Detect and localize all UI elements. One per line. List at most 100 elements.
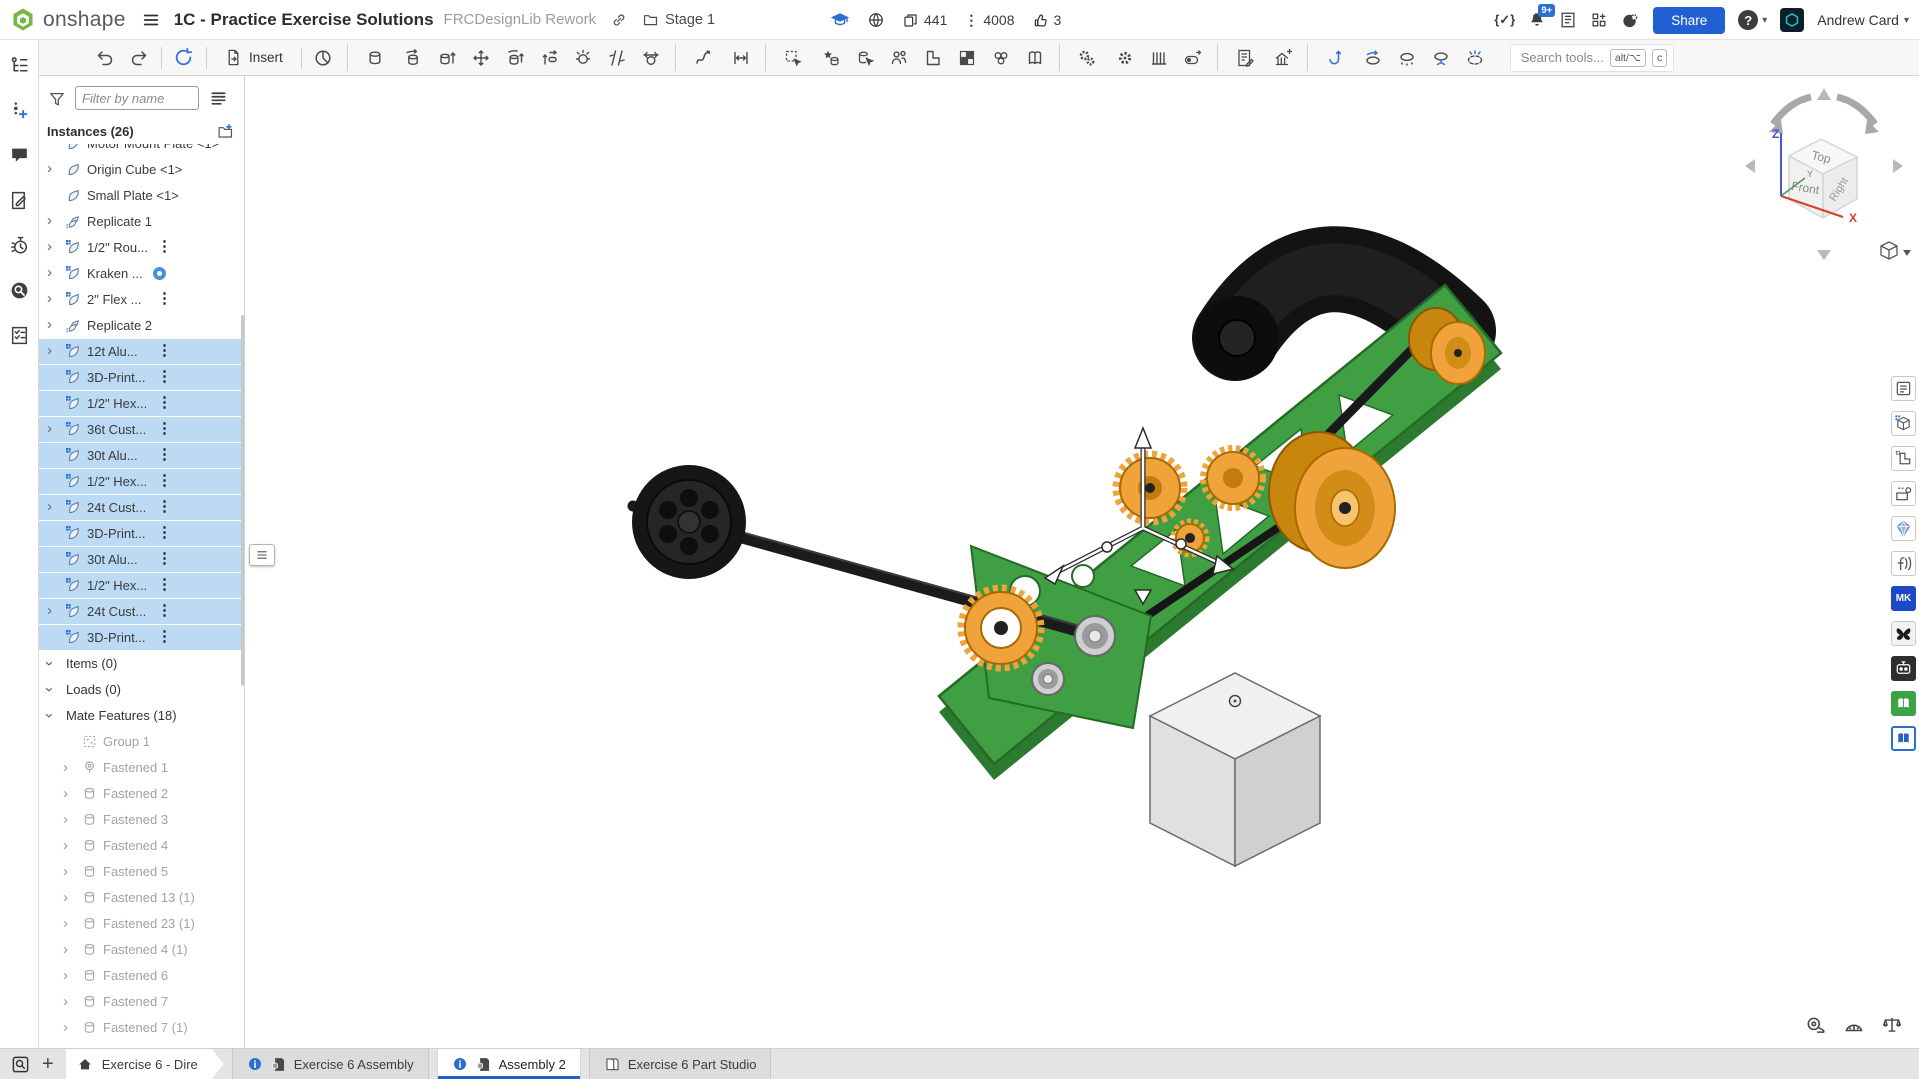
checklist-icon[interactable]	[6, 322, 32, 348]
expand-chevron-icon[interactable]: ›	[47, 317, 52, 333]
instance-row[interactable]: › 1/2" Hex... ⋮	[39, 391, 244, 417]
expand-chevron-icon[interactable]: ›	[63, 837, 68, 854]
expand-chevron-icon[interactable]: ›	[47, 499, 52, 515]
expand-chevron-icon[interactable]: ›	[63, 915, 68, 932]
workspace-tab[interactable]: Exercise 6 Assembly	[232, 1049, 429, 1079]
cylindrical-mate-icon[interactable]	[502, 44, 529, 71]
slider-mate-icon[interactable]	[434, 44, 461, 71]
revolute-mate-icon[interactable]	[400, 44, 427, 71]
expand-chevron-icon[interactable]: ›	[47, 213, 52, 229]
instance-row[interactable]: › 30t Alu... ⋮	[39, 443, 244, 469]
appearance-panel-icon[interactable]	[1891, 411, 1916, 436]
insert-feature-icon[interactable]	[920, 44, 947, 71]
expand-chevron-icon[interactable]: ›	[63, 785, 68, 802]
workspace-tab[interactable]: Assembly 2	[437, 1049, 581, 1079]
gear-tool-icon[interactable]	[1112, 44, 1139, 71]
suppress-dots-icon[interactable]: ⋮	[157, 393, 171, 411]
likes-count[interactable]: 3	[1032, 12, 1062, 29]
instance-row[interactable]: › 12t Alu... ⋮	[39, 339, 244, 365]
instance-row[interactable]: › 1/2" Rou... ⋮	[39, 235, 244, 261]
panel-scrollbar[interactable]	[241, 315, 244, 686]
loads-section[interactable]: › Loads (0)	[39, 677, 244, 703]
spline-tool-icon[interactable]	[1307, 44, 1353, 71]
belt-points-icon[interactable]	[1394, 44, 1421, 71]
comments-icon[interactable]	[6, 142, 32, 168]
collapse-chevron-icon[interactable]: ›	[41, 687, 58, 692]
mate-row[interactable]: › Fastened 2	[39, 781, 244, 807]
collapse-chevron-icon[interactable]: ›	[41, 661, 58, 666]
mate-row[interactable]: › Fastened 4	[39, 833, 244, 859]
panel-flyout-toggle[interactable]	[249, 544, 275, 566]
expand-chevron-icon[interactable]: ›	[47, 265, 52, 281]
expand-chevron-icon[interactable]: ›	[47, 239, 52, 255]
bom-icon[interactable]	[1217, 44, 1263, 71]
instance-row[interactable]: › 24t Cust... ⋮	[39, 495, 244, 521]
filter-input[interactable]	[75, 86, 199, 110]
suppress-dots-icon[interactable]: ⋮	[157, 497, 171, 515]
main-menu-icon[interactable]	[142, 11, 160, 29]
list-view-icon[interactable]	[209, 89, 228, 108]
structure-icon[interactable]	[1270, 44, 1297, 71]
group-select-icon[interactable]	[765, 44, 811, 71]
app-robot[interactable]	[1891, 656, 1916, 681]
suppress-dots-icon[interactable]: ⋮	[157, 523, 171, 541]
collaborate-icon[interactable]	[886, 44, 913, 71]
feature-script-icon[interactable]: {✓}	[1494, 12, 1515, 28]
search-tools-input[interactable]: Search tools... alt/⌥ c	[1510, 44, 1674, 72]
mate-row[interactable]: › Fastened 4 (1)	[39, 937, 244, 963]
expand-chevron-icon[interactable]: ›	[47, 291, 52, 307]
notes-icon[interactable]	[6, 187, 32, 213]
app-butterfly[interactable]	[1891, 621, 1916, 646]
rack-icon[interactable]	[1146, 44, 1173, 71]
release-tasks-icon[interactable]	[1559, 11, 1577, 29]
ai-assistant-icon[interactable]	[1621, 11, 1640, 30]
belt-rotate-icon[interactable]	[1360, 44, 1387, 71]
expand-chevron-icon[interactable]: ›	[47, 343, 52, 359]
rotate-cw-arrow[interactable]	[1837, 97, 1875, 124]
parallel-mate-icon[interactable]	[604, 44, 631, 71]
pattern-icon[interactable]	[954, 44, 981, 71]
collapse-chevron-icon[interactable]: ›	[41, 713, 58, 718]
app-mk[interactable]: MK	[1891, 586, 1916, 611]
graphics-area[interactable]: Top Front Right Z X Y	[245, 76, 1919, 1048]
share-button[interactable]: Share	[1653, 7, 1725, 34]
filter-icon[interactable]	[48, 90, 66, 108]
expand-chevron-icon[interactable]: ›	[63, 863, 68, 880]
instance-row[interactable]: › 3D-Print... ⋮	[39, 625, 244, 651]
expand-chevron-icon[interactable]: ›	[63, 993, 68, 1010]
planar-mate-icon[interactable]	[468, 44, 495, 71]
pin-slot-mate-icon[interactable]	[536, 44, 563, 71]
history-icon[interactable]	[6, 232, 32, 258]
add-tab-button[interactable]: +	[42, 1049, 54, 1079]
app-gem-icon[interactable]	[1891, 516, 1916, 541]
mass-properties-icon[interactable]	[1881, 1014, 1903, 1036]
feature-tree-icon[interactable]	[6, 52, 32, 78]
tab-search-icon[interactable]	[8, 1049, 32, 1079]
mate-row[interactable]: › Fastened 1	[39, 755, 244, 781]
update-sync-icon[interactable]	[170, 44, 197, 71]
mate-row[interactable]: › Fastened 23 (1)	[39, 911, 244, 937]
search-model-icon[interactable]	[6, 277, 32, 303]
section-view-icon[interactable]	[310, 44, 337, 71]
suppress-dots-icon[interactable]: ⋮	[157, 445, 171, 463]
expand-chevron-icon[interactable]: ›	[47, 603, 52, 619]
add-folder-icon[interactable]	[217, 123, 234, 140]
instance-row[interactable]: › 1/2" Hex... ⋮	[39, 573, 244, 599]
public-globe-icon[interactable]	[867, 11, 885, 29]
rotate-down-arrow[interactable]	[1817, 250, 1831, 260]
view-cube[interactable]: Top Front Right Z X Y	[1733, 78, 1915, 274]
protractor-icon[interactable]	[1843, 1014, 1865, 1036]
undo-icon[interactable]	[91, 44, 118, 71]
suppress-dots-icon[interactable]: ⋮	[157, 419, 171, 437]
instance-row[interactable]: › 30t Alu... ⋮	[39, 547, 244, 573]
mate-row[interactable]: › Fastened 7	[39, 989, 244, 1015]
app-featurescript-icon[interactable]	[1891, 551, 1916, 576]
instance-list-panel-icon[interactable]	[1891, 376, 1916, 401]
instance-row[interactable]: › 3D-Print... ⋮	[39, 365, 244, 391]
help-menu[interactable]: ? ▾	[1738, 10, 1767, 30]
expand-chevron-icon[interactable]: ›	[63, 941, 68, 958]
suppress-dots-icon[interactable]: ⋮	[157, 237, 171, 255]
mate-row[interactable]: › Fastened 7 (1)	[39, 1015, 244, 1041]
revision-icon[interactable]	[153, 267, 166, 280]
redo-icon[interactable]	[125, 44, 152, 71]
